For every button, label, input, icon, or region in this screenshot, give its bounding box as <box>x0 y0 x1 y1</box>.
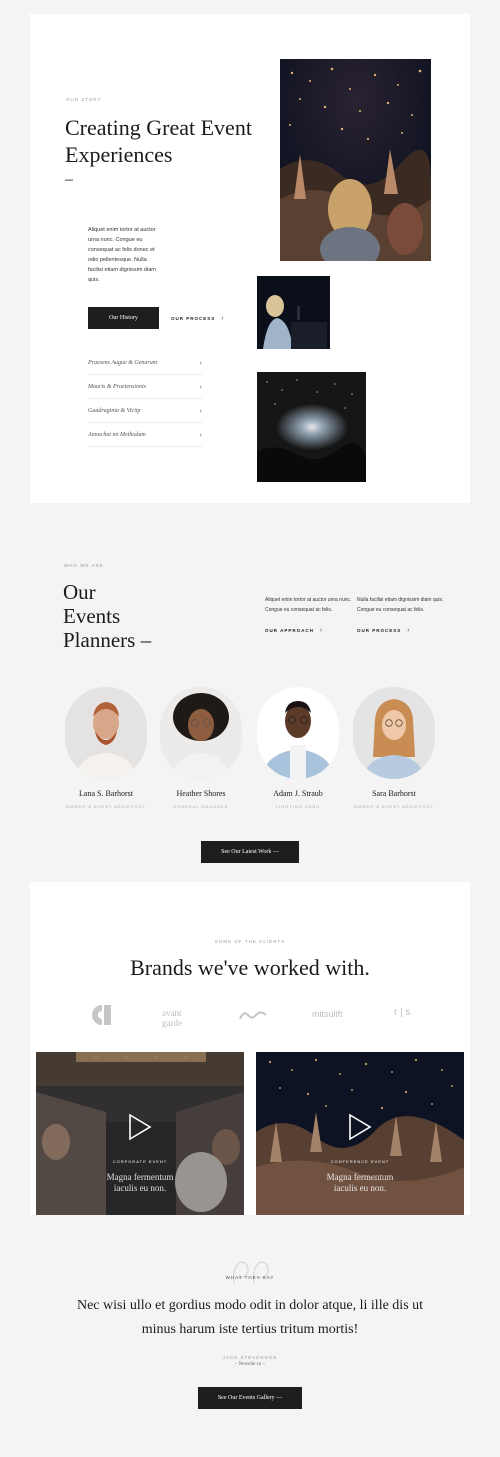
planner-role: GENERAL MANAGER <box>173 804 229 809</box>
chevron-right-icon: › <box>407 627 410 634</box>
chevron-right-icon: › <box>199 358 202 367</box>
story-list-item[interactable]: Guadraginta & Vicitp › <box>88 399 202 423</box>
story-dash: – <box>65 171 73 188</box>
our-process-label: OUR PROCESS <box>171 316 216 321</box>
planner-name: Sara Barhorst <box>372 789 416 798</box>
story-list-item[interactable]: Annuchat mi Methodum › <box>88 423 202 447</box>
chevron-right-icon: › <box>199 406 202 415</box>
crowd-concert-photo <box>280 59 431 261</box>
client-logo-avant: avant garde <box>162 1008 182 1028</box>
singer-photo <box>257 276 330 349</box>
video-category: CORPORATE EVENT <box>112 1159 168 1164</box>
testimonial-quote: Nec wisi ullo et gordius modo odit in do… <box>30 1294 470 1342</box>
planner-role: OWNER & EVENT ARCHITECT <box>65 804 147 809</box>
our-process-link[interactable]: OUR PROCESS › <box>357 627 410 634</box>
story-eyebrow: OUR STORY <box>66 97 102 102</box>
client-logo-wave <box>239 1008 267 1026</box>
video-caption: Magna fermentum iaculis eu non. <box>256 1172 464 1194</box>
story-list-label: Guadraginta & Vicitp <box>88 407 141 414</box>
planners-title-line: Our <box>63 580 96 604</box>
play-icon[interactable] <box>348 1113 372 1146</box>
quote-line: Nec wisi ullo et gordius modo odit in do… <box>76 1298 424 1313</box>
story-list-label: Annuchat mi Methodum <box>88 431 146 438</box>
quote-line: minus harum iste tertius tritum mortis! <box>141 1322 359 1337</box>
avatar <box>353 687 435 779</box>
our-process-link[interactable]: OUR PROCESS › <box>171 315 224 322</box>
video-caption-line: Magna fermentum <box>326 1172 394 1182</box>
planners-title-line: Planners – <box>63 628 152 652</box>
see-latest-work-button[interactable]: See Our Latest Work — <box>201 841 299 863</box>
video-caption-line: iaculis eu non. <box>333 1183 387 1193</box>
story-title: Creating Great Event Experiences <box>65 115 252 167</box>
video-caption-line: iaculis eu non. <box>113 1183 167 1193</box>
play-icon[interactable] <box>128 1113 152 1146</box>
story-paragraph: Aliquet enim tortor at auctor urna nunc.… <box>88 227 156 283</box>
our-history-button[interactable]: Our History <box>88 307 159 329</box>
see-events-gallery-button[interactable]: See Our Events Gallery — <box>198 1387 302 1409</box>
planners-title-line: Events <box>63 604 121 628</box>
testimonial-author: JACK STEVENSON <box>222 1355 278 1360</box>
brands-eyebrow: SOME OF THE CLIENTS <box>214 939 286 944</box>
avatar <box>160 687 242 779</box>
video-caption: Magna fermentum iaculis eu non. <box>36 1172 244 1194</box>
chevron-right-icon: › <box>199 382 202 391</box>
client-logo-mitsu: mitsulift <box>312 1009 343 1019</box>
story-list-item[interactable]: Mauris & Praetensionis › <box>88 375 202 399</box>
chevron-right-icon: › <box>199 430 202 439</box>
planner-name: Lana S. Barhorst <box>79 789 133 798</box>
avatar <box>65 687 147 779</box>
story-list-label: Mauris & Praetensionis <box>88 383 146 390</box>
our-approach-label: OUR APPROACH <box>265 628 314 633</box>
video-caption-line: Magna fermentum <box>106 1172 174 1182</box>
story-list-label: Praesens Augue & Genarum <box>88 359 158 366</box>
client-logo-rs: r | s <box>394 1007 411 1018</box>
brands-title: Brands we've worked with. <box>130 955 370 980</box>
avatar <box>257 687 339 779</box>
our-process-label: OUR PROCESS <box>357 628 402 633</box>
planners-eyebrow: WHO WE ARE <box>64 563 104 568</box>
chevron-right-icon: › <box>319 627 323 634</box>
client-logo-c <box>91 1004 113 1031</box>
testimonial-company: – Newelle co – <box>234 1362 266 1367</box>
chevron-right-icon: › <box>221 315 224 322</box>
our-approach-link[interactable]: OUR APPROACH › <box>265 627 322 634</box>
approach-text: Aliquet enim tortor at auctor urna nunc.… <box>265 597 352 613</box>
planner-name: Heather Shores <box>176 789 226 798</box>
story-list-item[interactable]: Praesens Augue & Genarum › <box>88 351 202 375</box>
video-category: CONFERENCE EVENT <box>330 1159 390 1164</box>
testimonial-eyebrow: WHAT THEY SAY <box>225 1275 275 1280</box>
planner-name: Adam J. Straub <box>273 789 323 798</box>
stage-lights-photo <box>257 372 366 482</box>
planners-title: Our Events Planners – <box>63 580 151 652</box>
planner-role: OWNER & EVENT ARCHITECT <box>353 804 435 809</box>
process-text: Nulla facilisi etiam dignissim diam quis… <box>357 597 444 613</box>
planner-role: LIGHTING HAND <box>275 804 321 809</box>
